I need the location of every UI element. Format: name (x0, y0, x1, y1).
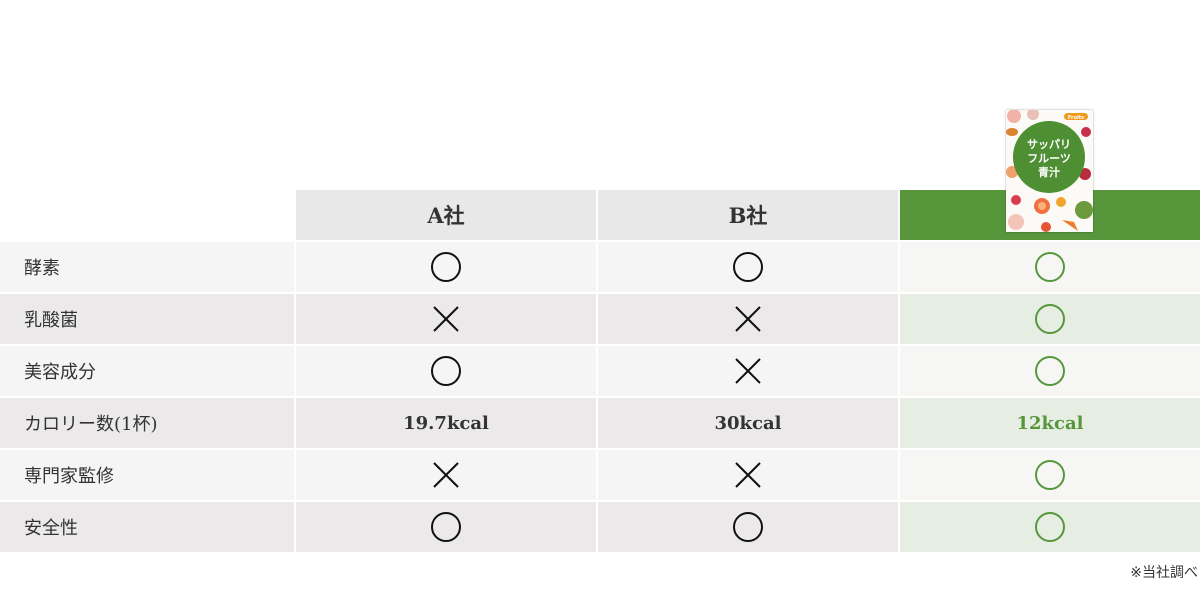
footnote: ※当社調べ (1130, 565, 1198, 581)
cell-company-a: 19.7kcal (296, 398, 596, 448)
cell-company-b (598, 242, 898, 292)
circle-mark-icon (431, 356, 461, 386)
cell-own-product (900, 450, 1200, 500)
cell-company-b (598, 346, 898, 396)
row-label: 美容成分 (0, 346, 294, 396)
circle-mark-icon (1035, 512, 1065, 542)
header-label-a: A社 (427, 203, 465, 228)
cell-own-product: 12kcal (900, 398, 1200, 448)
package-name-line2: フルーツ (1027, 152, 1071, 165)
header-label-b: B社 (728, 203, 768, 228)
cell-company-b: 30kcal (598, 398, 898, 448)
cell-company-a (296, 242, 596, 292)
table-row: 酵素 (0, 242, 1200, 292)
cross-mark-icon (735, 462, 761, 488)
header-company-a: A社 (296, 190, 596, 240)
package-name-line3: 青汁 (1038, 165, 1060, 179)
circle-mark-icon (733, 512, 763, 542)
value-text: 12kcal (1016, 412, 1084, 434)
cell-own-product (900, 346, 1200, 396)
value-text: 19.7kcal (403, 412, 489, 434)
cell-company-b (598, 294, 898, 344)
cross-mark-icon (735, 358, 761, 384)
row-label: 酵素 (0, 242, 294, 292)
cell-own-product (900, 294, 1200, 344)
circle-mark-icon (1035, 356, 1065, 386)
package-name-line1: サッパリ (1027, 138, 1071, 151)
table-row: 美容成分 (0, 346, 1200, 396)
comparison-table: A社 B社 Fruits サッパリ フルーツ 青汁 酵素 乳酸菌 美容成分 カロ… (0, 0, 1200, 611)
cross-mark-icon (433, 306, 459, 332)
product-package-image: Fruits サッパリ フルーツ 青汁 (1006, 110, 1093, 232)
table-row: カロリー数(1杯) 19.7kcal 30kcal 12kcal (0, 398, 1200, 448)
cross-mark-icon (433, 462, 459, 488)
cell-company-a (296, 346, 596, 396)
table-row: 安全性 (0, 502, 1200, 552)
package-badge-text: Fruits (1068, 115, 1084, 121)
cell-company-b (598, 502, 898, 552)
circle-mark-icon (431, 512, 461, 542)
cell-company-a (296, 294, 596, 344)
value-text: 30kcal (714, 412, 782, 434)
circle-mark-icon (1035, 252, 1065, 282)
circle-mark-icon (733, 252, 763, 282)
cell-company-b (598, 450, 898, 500)
cell-company-a (296, 502, 596, 552)
cross-mark-icon (735, 306, 761, 332)
cell-own-product (900, 242, 1200, 292)
circle-mark-icon (431, 252, 461, 282)
row-label: 安全性 (0, 502, 294, 552)
table-row: 乳酸菌 (0, 294, 1200, 344)
cell-company-a (296, 450, 596, 500)
cell-own-product (900, 502, 1200, 552)
row-label: 乳酸菌 (0, 294, 294, 344)
table-row: 専門家監修 (0, 450, 1200, 500)
row-label: カロリー数(1杯) (0, 398, 294, 448)
circle-mark-icon (1035, 304, 1065, 334)
circle-mark-icon (1035, 460, 1065, 490)
header-company-b: B社 (598, 190, 898, 240)
row-label: 専門家監修 (0, 450, 294, 500)
